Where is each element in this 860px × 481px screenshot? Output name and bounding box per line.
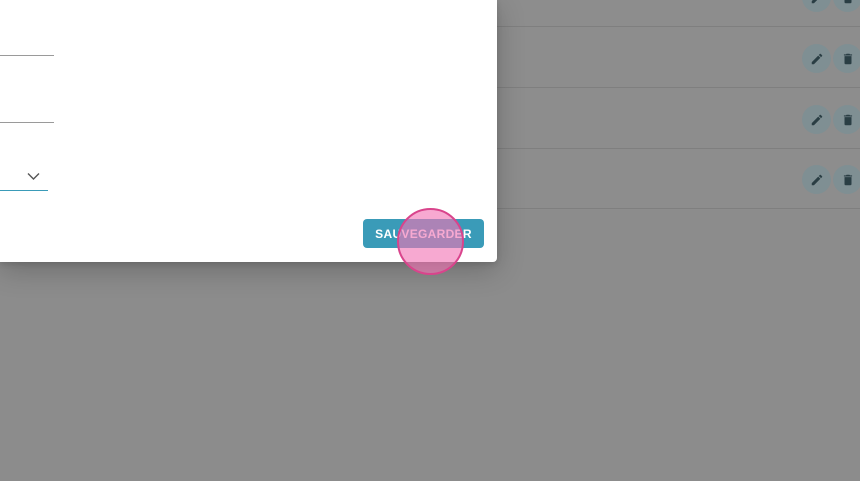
pencil-icon [811,0,817,3]
trash-icon [843,53,852,64]
row-actions [802,0,860,12]
edit-button[interactable] [802,105,831,134]
save-button[interactable]: SAUVEGARDER [363,219,484,248]
row-actions [802,44,860,73]
pencil-icon [811,114,822,125]
trash-icon [843,174,852,185]
edit-button[interactable] [802,0,831,12]
delete-button[interactable] [833,165,860,194]
pencil-icon [811,53,822,64]
chevron-down-icon [27,173,40,180]
edit-dialog: SAUVEGARDER [0,0,497,262]
delete-button[interactable] [833,105,860,134]
delete-button[interactable] [833,44,860,73]
text-field-1[interactable] [0,55,54,56]
edit-button[interactable] [802,165,831,194]
row-actions [802,105,860,134]
select-dropdown[interactable] [0,164,48,191]
trash-icon [844,0,851,3]
text-field-2[interactable] [0,122,54,123]
edit-button[interactable] [802,44,831,73]
pencil-icon [811,174,822,185]
row-actions [802,165,860,194]
trash-icon [843,114,852,125]
delete-button[interactable] [833,0,860,12]
